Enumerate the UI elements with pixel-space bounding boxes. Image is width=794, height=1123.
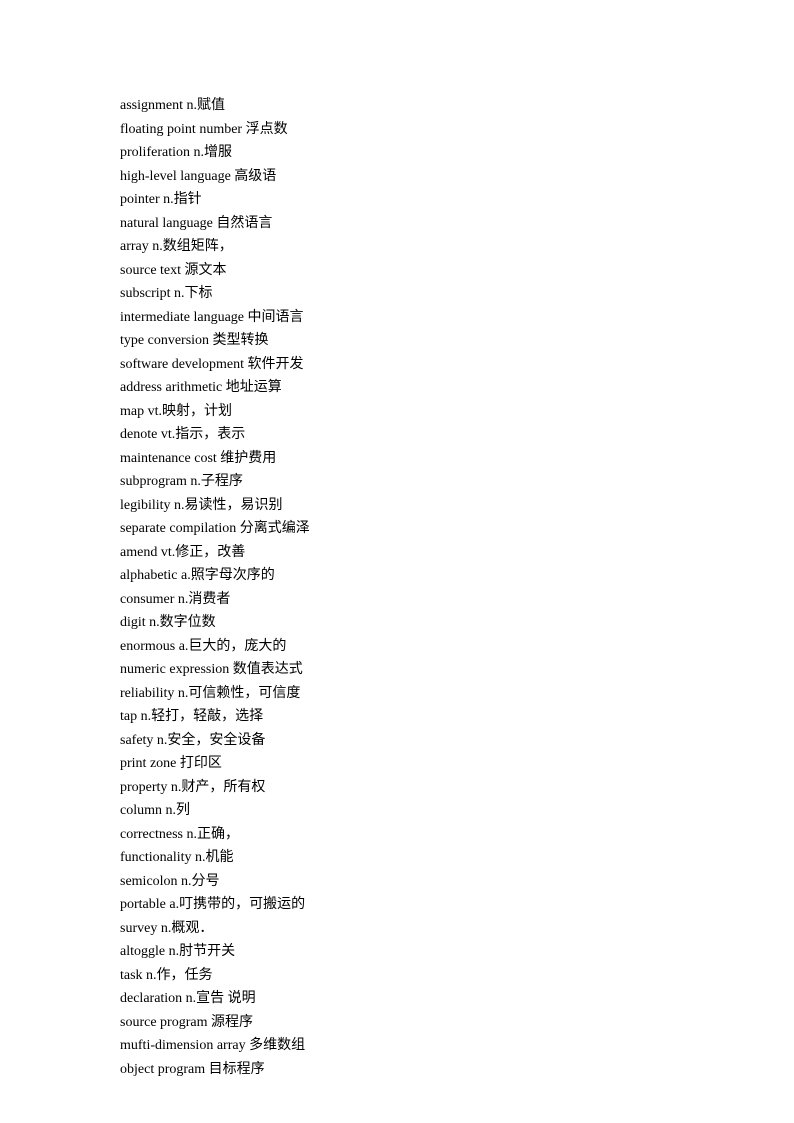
vocabulary-entry: source program 源程序 [120,1011,794,1035]
vocabulary-entry: functionality n.机能 [120,846,794,870]
vocabulary-entry: reliability n.可信赖性，可信度 [120,682,794,706]
vocabulary-entry: amend vt.修正，改善 [120,541,794,565]
vocabulary-entry: natural language 自然语言 [120,212,794,236]
vocabulary-entry: column n.列 [120,799,794,823]
vocabulary-entry: separate compilation 分离式编泽 [120,517,794,541]
vocabulary-entry: array n.数组矩阵， [120,235,794,259]
vocabulary-entry: safety n.安全，安全设备 [120,729,794,753]
vocabulary-entry: type conversion 类型转换 [120,329,794,353]
vocabulary-entry: subscript n.下标 [120,282,794,306]
vocabulary-entry: digit n.数字位数 [120,611,794,635]
vocabulary-entry: subprogram n.子程序 [120,470,794,494]
vocabulary-entry: alphabetic a.照字母次序的 [120,564,794,588]
vocabulary-entry: consumer n.消费者 [120,588,794,612]
vocabulary-entry: proliferation n.增服 [120,141,794,165]
vocabulary-entry: intermediate language 中间语言 [120,306,794,330]
vocabulary-entry: maintenance cost 维护费用 [120,447,794,471]
vocabulary-entry: map vt.映射，计划 [120,400,794,424]
vocabulary-entry: enormous a.巨大的，庞大的 [120,635,794,659]
vocabulary-entry: denote vt.指示，表示 [120,423,794,447]
vocabulary-entry: source text 源文本 [120,259,794,283]
vocabulary-entry: numeric expression 数值表达式 [120,658,794,682]
vocabulary-entry: correctness n.正确， [120,823,794,847]
vocabulary-entry: pointer n.指针 [120,188,794,212]
vocabulary-entry: floating point number 浮点数 [120,118,794,142]
vocabulary-entry: mufti-dimension array 多维数组 [120,1034,794,1058]
vocabulary-entry: assignment n.赋值 [120,94,794,118]
vocabulary-entry: legibility n.易读性，易识别 [120,494,794,518]
vocabulary-entry: semicolon n.分号 [120,870,794,894]
vocabulary-entry: print zone 打印区 [120,752,794,776]
vocabulary-entry: software development 软件开发 [120,353,794,377]
vocabulary-entry: task n.作，任务 [120,964,794,988]
vocabulary-entry: portable a.叮携带的，可搬运的 [120,893,794,917]
vocabulary-entry: object program 目标程序 [120,1058,794,1082]
vocabulary-list: assignment n.赋值 floating point number 浮点… [120,94,794,1081]
vocabulary-entry: high-level language 高级语 [120,165,794,189]
vocabulary-entry: survey n.概观． [120,917,794,941]
vocabulary-entry: declaration n.宣告 说明 [120,987,794,1011]
vocabulary-entry: altoggle n.肘节开关 [120,940,794,964]
vocabulary-entry: address arithmetic 地址运算 [120,376,794,400]
vocabulary-entry: property n.财产，所有权 [120,776,794,800]
vocabulary-entry: tap n.轻打，轻敲，选择 [120,705,794,729]
